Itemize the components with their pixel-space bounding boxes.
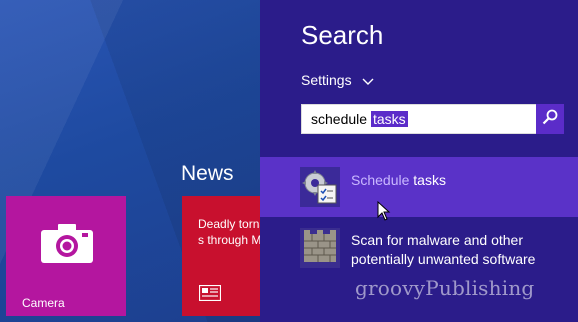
task-scheduler-icon	[300, 167, 340, 207]
search-result-schedule-tasks[interactable]: Schedule tasks	[260, 157, 578, 217]
search-input[interactable]: schedule tasks	[301, 104, 537, 134]
search-result-scan-malware[interactable]: Scan for malware and other potentially u…	[260, 222, 578, 274]
search-scope-label: Settings	[301, 72, 352, 88]
camera-tile[interactable]: Camera	[6, 196, 126, 316]
mouse-pointer-icon	[377, 200, 391, 226]
chevron-down-icon	[362, 73, 374, 89]
search-result-match: Schedule	[351, 172, 410, 188]
search-result-label: Scan for malware and other potentially u…	[351, 232, 536, 267]
firewall-icon	[300, 228, 340, 268]
search-scope-dropdown[interactable]: Settings	[301, 72, 374, 88]
news-icon	[198, 284, 222, 306]
search-typed-text: schedule	[311, 111, 368, 127]
search-input-value: schedule tasks	[311, 111, 408, 127]
search-result-rest: tasks	[409, 172, 446, 188]
group-label-news: News	[181, 162, 234, 185]
news-headline: Deadly tornadoes s through Mi	[198, 217, 260, 247]
search-pane-title: Search	[301, 20, 384, 50]
watermark: groovyPublishing	[355, 276, 535, 300]
search-button[interactable]	[536, 104, 564, 134]
news-tile[interactable]: Deadly tornadoes s through Mi	[182, 196, 260, 316]
search-result-label: Schedule tasks	[351, 171, 446, 190]
camera-tile-label: Camera	[22, 296, 65, 310]
search-charm-pane: Search Settings schedule tasks Schedule …	[260, 0, 578, 322]
camera-icon	[40, 222, 94, 269]
search-icon	[542, 109, 558, 130]
search-selected-text: tasks	[370, 111, 408, 127]
